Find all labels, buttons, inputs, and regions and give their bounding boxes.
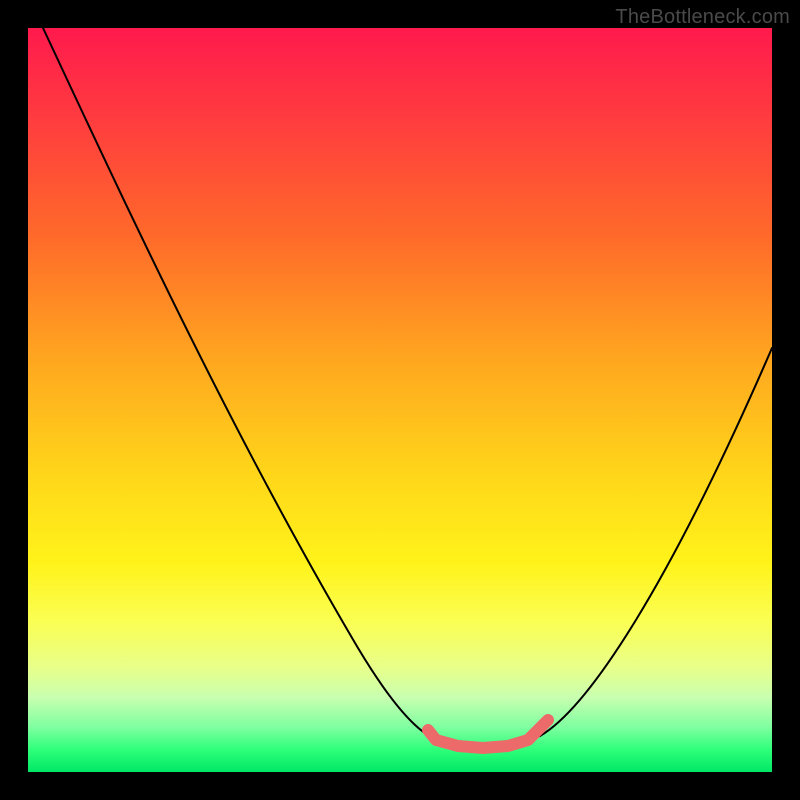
- curve-left-branch: [43, 28, 433, 738]
- curve-right-branch: [540, 348, 772, 736]
- plateau-marker: [428, 720, 548, 748]
- plot-area: [28, 28, 772, 772]
- watermark-text: TheBottleneck.com: [615, 6, 790, 29]
- curve-plateau: [433, 736, 540, 744]
- curve-layer: [28, 28, 772, 772]
- chart-frame: TheBottleneck.com: [0, 0, 800, 800]
